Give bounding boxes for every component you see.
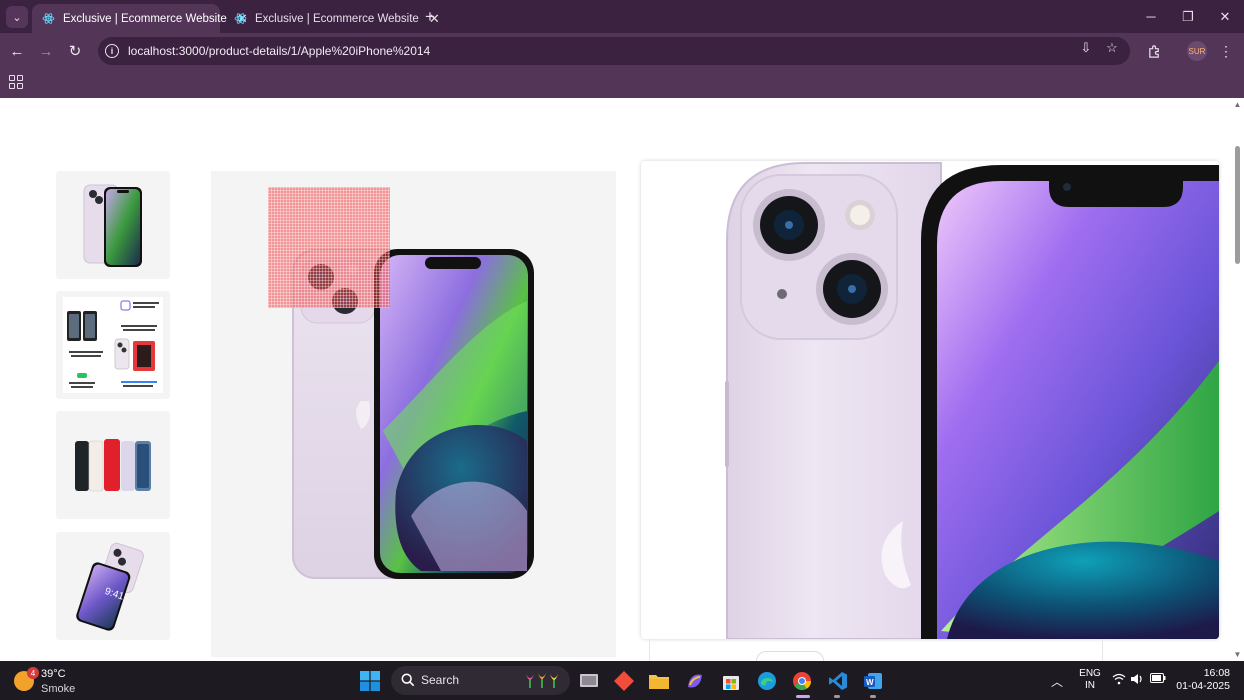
vscode-icon[interactable] xyxy=(826,669,850,693)
new-tab-icon[interactable]: + xyxy=(420,7,440,27)
vscode-running-indicator xyxy=(834,695,840,698)
volume-icon[interactable] xyxy=(1130,673,1144,685)
language-indicator[interactable]: ENG IN xyxy=(1078,668,1102,692)
scrollbar-thumb[interactable] xyxy=(1235,146,1240,264)
restore-icon[interactable]: ❐ xyxy=(1170,0,1206,33)
weather-temp: 39°C xyxy=(41,668,66,680)
word-running-indicator xyxy=(870,695,876,698)
tab-active[interactable]: Exclusive | Ecommerce Website ✕ xyxy=(32,4,248,33)
battery-icon[interactable] xyxy=(1150,673,1166,683)
thumbnail-color-lineup[interactable] xyxy=(56,411,170,519)
notification-badge: 4 xyxy=(27,667,39,679)
react-favicon-icon xyxy=(234,12,247,25)
product-info-pill xyxy=(756,651,824,661)
scroll-down-icon[interactable]: ▼ xyxy=(1233,650,1242,659)
page-scrollbar[interactable]: ▲ ▼ xyxy=(1231,98,1244,661)
svg-text:W: W xyxy=(866,678,874,687)
thumbnail-angled-view[interactable]: 9:41 xyxy=(56,532,170,640)
browser-toolbar: ← → ↻ i localhost:3000/product-details/1… xyxy=(0,33,1244,69)
tab-search-dropdown-icon[interactable]: ⌄ xyxy=(6,6,28,28)
edge-icon[interactable] xyxy=(755,669,779,693)
react-favicon-icon xyxy=(42,12,55,25)
region-code: IN xyxy=(1085,680,1095,691)
search-icon xyxy=(401,673,415,687)
file-explorer-icon[interactable] xyxy=(647,669,671,693)
apps-grid-icon[interactable] xyxy=(9,75,23,89)
word-icon[interactable]: W xyxy=(861,669,885,693)
extensions-icon[interactable] xyxy=(1143,40,1165,62)
chrome-icon[interactable] xyxy=(790,669,814,693)
thumbnail-front-back[interactable] xyxy=(56,171,170,279)
zoom-lens-overlay[interactable] xyxy=(268,187,390,308)
copilot-icon[interactable] xyxy=(683,669,707,693)
bookmarks-bar xyxy=(0,69,1244,98)
language-code: ENG xyxy=(1079,668,1101,679)
tab-inactive[interactable]: Exclusive | Ecommerce Website ✕ xyxy=(224,4,440,33)
site-info-icon[interactable]: i xyxy=(105,44,119,58)
collage-thumb-image xyxy=(63,297,163,393)
back-icon[interactable]: ← xyxy=(6,40,28,62)
angled-thumb-image: 9:41 xyxy=(76,542,144,631)
windows-taskbar: 4 39°C Smoke Search W ︿ ENG IN 16:08 01-… xyxy=(0,661,1244,700)
app-diamond-icon[interactable] xyxy=(612,669,636,693)
window-close-icon[interactable]: ✕ xyxy=(1207,0,1243,33)
weather-widget[interactable]: 4 39°C Smoke xyxy=(14,665,94,697)
profile-avatar[interactable]: SUR xyxy=(1187,41,1207,61)
windows-start-icon[interactable] xyxy=(358,669,382,693)
install-app-icon[interactable]: ⇩ xyxy=(1078,40,1094,56)
search-label: Search xyxy=(421,673,460,687)
tab-title: Exclusive | Ecommerce Website xyxy=(63,12,227,25)
clock-time: 16:08 xyxy=(1203,667,1230,679)
wifi-icon[interactable] xyxy=(1112,673,1126,685)
address-bar[interactable]: i localhost:3000/product-details/1/Apple… xyxy=(98,37,1130,65)
bookmark-star-icon[interactable]: ☆ xyxy=(1104,40,1120,56)
zoomed-image-pane xyxy=(641,161,1219,639)
minimize-icon[interactable]: ─ xyxy=(1133,0,1169,33)
taskbar-search[interactable]: Search xyxy=(391,666,570,695)
forward-icon[interactable]: → xyxy=(35,40,57,62)
tab-title: Exclusive | Ecommerce Website xyxy=(255,12,419,25)
scroll-up-icon[interactable]: ▲ xyxy=(1233,100,1242,109)
product-info-card-edge xyxy=(649,639,1103,661)
page-viewport: 9:41 ▲ ▼ xyxy=(0,98,1244,661)
task-view-icon[interactable] xyxy=(577,669,601,693)
show-hidden-icons-icon[interactable]: ︿ xyxy=(1051,673,1063,690)
menu-kebab-icon[interactable]: ⋮ xyxy=(1215,40,1237,62)
url-text: localhost:3000/product-details/1/Apple%2… xyxy=(128,44,431,58)
chrome-active-indicator xyxy=(796,695,810,698)
clock-date: 01-04-2025 xyxy=(1176,680,1230,692)
microsoft-store-icon[interactable] xyxy=(719,669,743,693)
reload-icon[interactable]: ↻ xyxy=(64,40,86,62)
weather-condition: Smoke xyxy=(41,683,76,695)
lineup-thumb-image xyxy=(75,439,151,492)
tab-strip: ⌄ Exclusive | Ecommerce Website ✕ Exclus… xyxy=(0,0,1244,33)
iphone-thumb-image xyxy=(83,184,142,267)
system-clock[interactable]: 16:08 01-04-2025 xyxy=(1176,667,1230,693)
tulips-icon xyxy=(526,673,558,688)
thumbnail-feature-collage[interactable] xyxy=(56,291,170,399)
iphone-zoomed-image xyxy=(725,162,1219,639)
